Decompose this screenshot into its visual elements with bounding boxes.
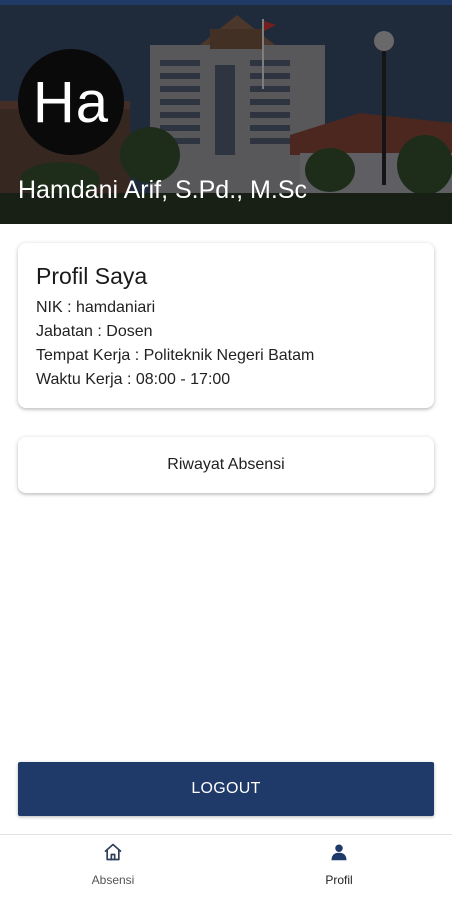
nik-text: NIK : hamdaniari: [36, 299, 156, 316]
profile-card: Profil Saya NIK : hamdaniari Jabatan : D…: [18, 243, 434, 408]
avatar-initials: Ha: [32, 69, 110, 135]
nav-label-absensi: Absensi: [91, 873, 135, 887]
riwayat-absensi-button[interactable]: Riwayat Absensi: [18, 437, 434, 493]
user-name: Hamdani Arif, S.Pd., M.Sc: [18, 176, 307, 204]
person-icon: [328, 841, 350, 863]
nav-item-profil[interactable]: Profil: [226, 835, 452, 901]
jabatan-text: Jabatan : Dosen: [36, 323, 153, 340]
logout-button[interactable]: LOGOUT: [18, 762, 434, 816]
bottom-navigation: Absensi Profil: [0, 834, 452, 900]
nav-item-absensi[interactable]: Absensi: [0, 835, 226, 901]
logout-label: LOGOUT: [191, 780, 261, 797]
waktu-kerja-text: Waktu Kerja : 08:00 - 17:00: [36, 371, 231, 388]
tempat-kerja-text: Tempat Kerja : Politeknik Negeri Batam: [36, 347, 315, 364]
profile-header: Ha Hamdani Arif, S.Pd., M.Sc: [0, 5, 452, 224]
nav-label-profil: Profil: [325, 873, 353, 887]
avatar: Ha: [18, 49, 124, 155]
home-icon: [102, 841, 124, 863]
riwayat-absensi-label: Riwayat Absensi: [167, 456, 285, 473]
profile-title: Profil Saya: [36, 263, 148, 289]
